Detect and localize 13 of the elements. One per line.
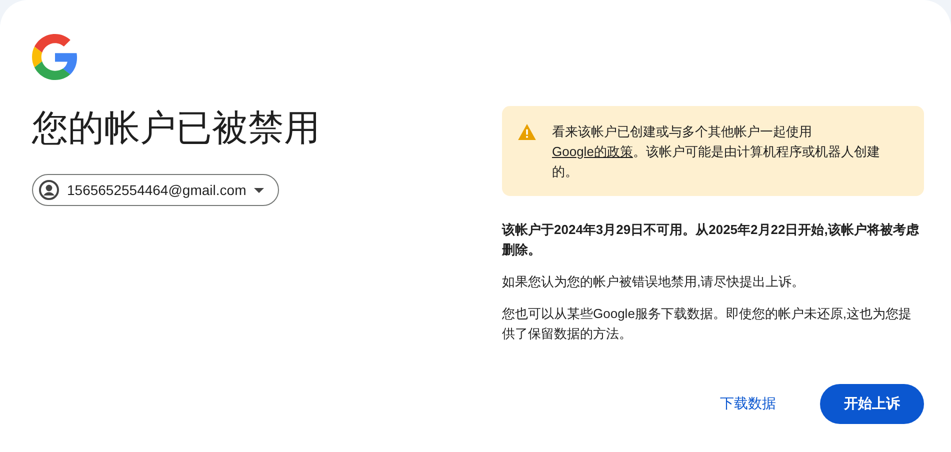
policy-link[interactable]: Google的政策 bbox=[552, 144, 633, 159]
body-text: 您也可以从某些Google服务下载数据。即使您的帐户未还原,这也为您提供了保留数据的方法。 bbox=[502, 305, 913, 343]
download-button[interactable]: 下载数据 bbox=[696, 384, 800, 424]
appeal-button[interactable]: 开始上诉 bbox=[820, 384, 924, 424]
account-chip[interactable]: 1565652554464@gmail.com bbox=[32, 174, 280, 206]
account-icon bbox=[39, 180, 59, 200]
google-logo-icon bbox=[32, 34, 78, 80]
page-title: 您的帐户已被禁用 bbox=[32, 106, 320, 150]
warning-text: 看来该帐户已创建或与多个其他帐户一起使用 Google的政策。该帐户可能是由计算机程序或机器人创建的。 bbox=[552, 123, 881, 181]
body-text: 如果您认为您的帐户被错误地禁用,请尽快提出上诉。 bbox=[502, 273, 806, 291]
warning-icon bbox=[518, 124, 536, 140]
notice-text: 该帐户于2024年3月29日不可用。从2025年2月22日开始,该帐户将被考虑删除。 bbox=[502, 221, 920, 259]
caret-icon bbox=[254, 188, 264, 192]
